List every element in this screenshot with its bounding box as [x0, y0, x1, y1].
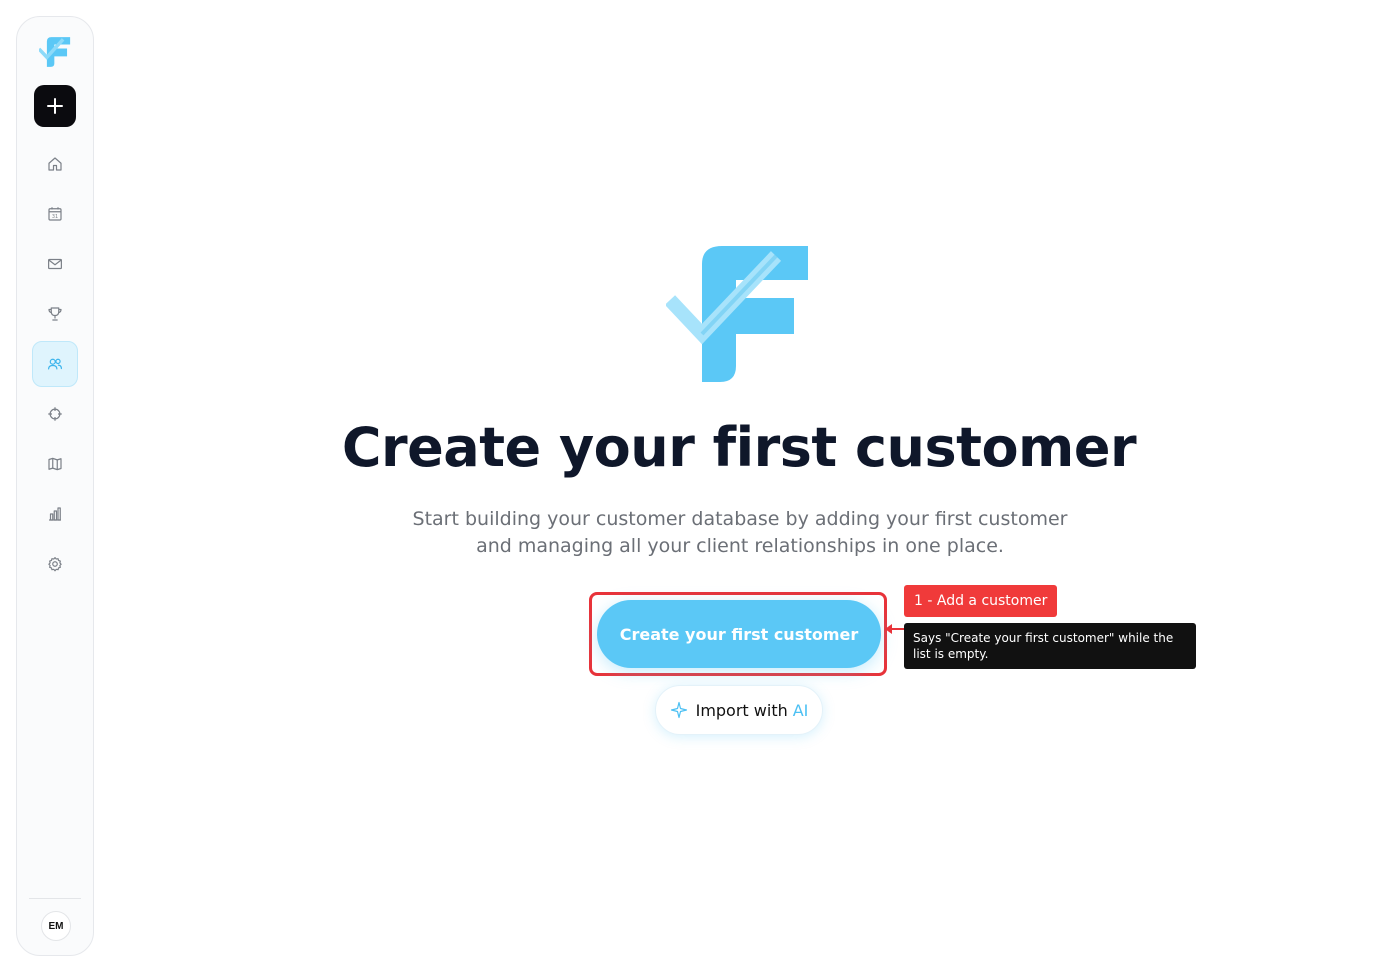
sidebar-item-customers[interactable] [32, 341, 78, 387]
page-title: Create your first customer [341, 416, 1137, 479]
sidebar-item-trophy[interactable] [32, 291, 78, 337]
main-content: Create your first customer Start buildin… [96, 0, 1400, 972]
sidebar-item-map[interactable] [32, 441, 78, 487]
sidebar-item-target[interactable] [32, 391, 78, 437]
sidebar-item-calendar[interactable]: 31 [32, 191, 78, 237]
create-first-customer-button[interactable]: Create your first customer [597, 600, 881, 668]
sidebar-nav: 31 [32, 141, 78, 591]
plus-icon [47, 98, 63, 114]
users-icon [48, 358, 62, 370]
bar-chart-icon [49, 507, 61, 521]
trophy-icon [48, 307, 62, 321]
map-icon [48, 457, 62, 471]
import-label: Import with [695, 700, 788, 720]
annotation-badge: 1 - Add a customer [904, 585, 1058, 617]
app-logo-icon[interactable] [37, 37, 71, 69]
sparkle-icon [670, 701, 687, 719]
avatar[interactable]: EM [41, 911, 71, 941]
sidebar-item-home[interactable] [32, 141, 78, 187]
sidebar-item-settings[interactable] [32, 541, 78, 587]
annotation-arrow-head [885, 624, 892, 634]
sidebar-item-reports[interactable] [32, 491, 78, 537]
sidebar-item-mail[interactable] [32, 241, 78, 287]
calendar-icon: 31 [48, 207, 62, 221]
create-new-button[interactable] [34, 85, 76, 127]
sidebar-divider [29, 898, 81, 899]
sidebar: 31 EM [16, 16, 94, 956]
hero-logo-icon [664, 246, 812, 382]
page-subtitle: Start building your customer database by… [412, 508, 1068, 557]
crosshair-icon [48, 407, 62, 421]
home-icon [48, 157, 62, 171]
ai-label: AI [792, 700, 809, 720]
annotation-tooltip: Says "Create your first customer" while … [904, 623, 1196, 669]
gear-icon [48, 557, 62, 572]
mail-icon [48, 258, 62, 270]
import-with-ai-button[interactable]: Import with AI [655, 685, 823, 735]
svg-text:31: 31 [52, 214, 58, 220]
